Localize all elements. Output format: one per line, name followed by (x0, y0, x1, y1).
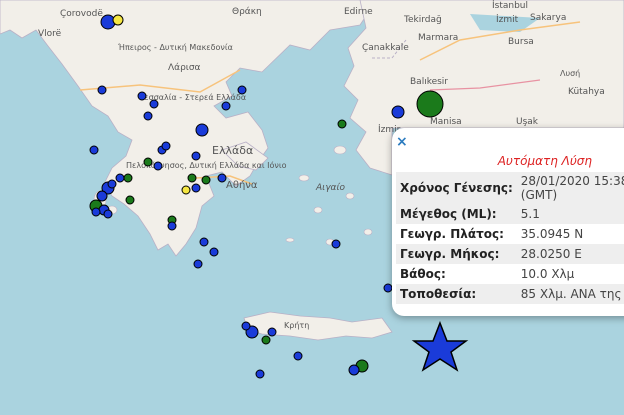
earthquake-marker[interactable] (255, 369, 265, 379)
earthquake-marker[interactable] (167, 221, 177, 231)
earthquake-marker[interactable] (153, 161, 163, 171)
earthquake-marker[interactable] (416, 90, 444, 118)
earthquake-marker[interactable] (331, 239, 341, 249)
label-athina: Αθήνα (226, 179, 258, 191)
row-value: 35.0945 N (520, 227, 584, 241)
close-icon[interactable]: × (396, 134, 408, 150)
earthquake-marker[interactable] (125, 195, 135, 205)
earthquake-marker[interactable] (383, 283, 393, 293)
earthquake-marker[interactable] (149, 99, 159, 109)
row-label: Γεωγρ. Μήκος: (396, 244, 517, 264)
row-origin-time: Χρόνος Γένεσης: 28/01/2020 15:38 (GMT) (396, 172, 624, 204)
earthquake-marker[interactable] (337, 119, 347, 129)
earthquake-marker[interactable] (293, 351, 303, 361)
label-tekirdag: Tekirdağ (403, 15, 442, 25)
earthquake-marker[interactable] (199, 237, 209, 247)
row-value: 10.0 Χλμ (520, 267, 575, 281)
earthquake-marker[interactable] (187, 173, 197, 183)
earthquake-marker[interactable] (391, 105, 405, 119)
row-label: Τοποθεσία: (396, 284, 517, 304)
row-value: 28.0250 E (516, 244, 624, 264)
label-ipeiros: Ήπειρος - Δυτική Μακεδονία (117, 42, 233, 52)
earthquake-marker[interactable] (89, 145, 99, 155)
label-edirne: Edirne (344, 7, 373, 17)
earthquake-marker[interactable] (115, 173, 125, 183)
earthquake-marker[interactable] (191, 183, 201, 193)
earthquake-marker[interactable] (137, 91, 147, 101)
earthquake-marker[interactable] (181, 185, 191, 195)
earthquake-marker[interactable] (221, 101, 231, 111)
earthquake-marker[interactable] (195, 123, 209, 137)
row-label: Γεωγρ. Πλάτος: (400, 227, 504, 241)
earthquake-marker[interactable] (267, 327, 277, 337)
earthquake-popup: × Αυτόματη Λύση Χρόνος Γένεσης: 28/01/20… (392, 128, 624, 316)
label-vlore: Vlorë (38, 29, 62, 39)
row-location: Τοποθεσία: 85 Χλμ. ΑΝΑ της (396, 284, 624, 304)
label-kutahya: Kütahya (568, 87, 605, 97)
earthquake-marker[interactable] (112, 14, 124, 26)
row-value: 28/01/2020 15:38 (GMT) (516, 172, 624, 204)
earthquake-marker[interactable] (123, 173, 133, 183)
earthquake-marker[interactable] (191, 151, 201, 161)
label-lisi: Λυσή (560, 69, 580, 78)
label-sakarya: Sakarya (530, 13, 566, 23)
label-thraki: Θράκη (232, 7, 262, 17)
label-ellada: Ελλάδα (212, 144, 253, 157)
row-label: Μέγεθος (ML): (396, 204, 517, 224)
earthquake-marker[interactable] (107, 179, 117, 189)
earthquake-marker[interactable] (103, 209, 113, 219)
label-marmara: Marmara (418, 33, 458, 43)
row-longitude: Γεωγρ. Μήκος: 28.0250 E (396, 244, 624, 264)
row-label: Βάθος: (400, 267, 446, 281)
label-izmit: İzmit (496, 14, 519, 25)
label-balikesir: Balıkesir (410, 77, 448, 87)
info-table: Χρόνος Γένεσης: 28/01/2020 15:38 (GMT) Μέ… (396, 172, 624, 304)
label-aigaio: Αιγαίο (315, 183, 346, 193)
earthquake-marker[interactable] (209, 247, 219, 257)
earthquake-marker[interactable] (348, 364, 360, 376)
earthquake-marker[interactable] (97, 85, 107, 95)
popup-title: Αυτόματη Λύση (497, 154, 592, 168)
earthquake-marker[interactable] (261, 335, 271, 345)
earthquake-marker[interactable] (161, 141, 171, 151)
row-magnitude: Μέγεθος (ML): 5.1 (396, 204, 624, 224)
earthquake-marker[interactable] (241, 321, 251, 331)
label-canakkale: Çanakkale (362, 43, 409, 53)
earthquake-marker[interactable] (143, 111, 153, 121)
earthquake-marker[interactable] (143, 157, 153, 167)
earthquake-marker[interactable] (193, 259, 203, 269)
label-corovode: Çorovodë (60, 9, 103, 19)
label-kriti: Κρήτη (284, 321, 309, 330)
label-larisa: Λάρισα (168, 63, 201, 73)
label-bursa: Bursa (508, 37, 534, 47)
row-depth: Βάθος: 10.0 Χλμ (396, 264, 624, 284)
label-usak: Uşak (516, 117, 539, 127)
label-istanbul: İstanbul (492, 0, 528, 11)
earthquake-marker[interactable] (96, 190, 108, 202)
row-latitude: Γεωγρ. Πλάτος: 35.0945 N (396, 224, 624, 244)
row-value: 5.1 (516, 204, 624, 224)
earthquake-marker[interactable] (201, 175, 211, 185)
row-label: Χρόνος Γένεσης: (396, 172, 517, 204)
earthquake-marker[interactable] (217, 173, 227, 183)
row-value: 85 Χλμ. ΑΝΑ της (516, 284, 624, 304)
earthquake-marker[interactable] (91, 207, 101, 217)
earthquake-marker[interactable] (237, 85, 247, 95)
label-manisa: Manisa (430, 117, 462, 127)
